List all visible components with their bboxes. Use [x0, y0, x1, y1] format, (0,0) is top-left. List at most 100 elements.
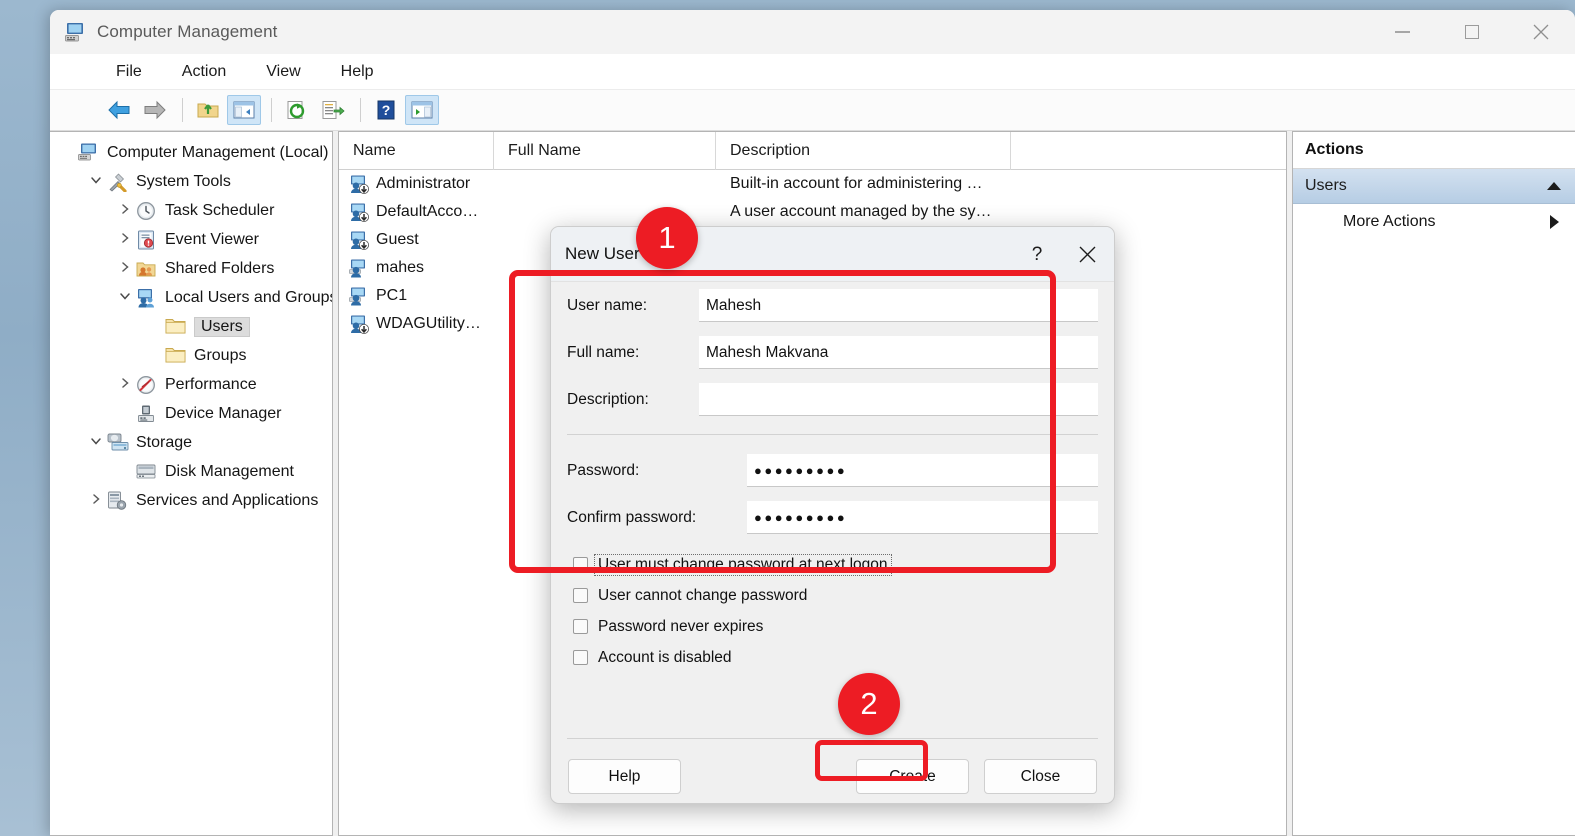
tree-item-storage[interactable]: Storage — [50, 428, 332, 457]
password-never-expires-checkbox[interactable] — [573, 619, 588, 634]
user-name-text: PC1 — [376, 287, 408, 304]
table-row[interactable]: Administrator Built-in account for admini… — [339, 170, 1286, 198]
column-header-name[interactable]: Name — [339, 132, 494, 170]
toolbar-separator — [360, 98, 361, 122]
menu-help[interactable]: Help — [331, 59, 384, 85]
cell-name: mahes — [339, 259, 494, 278]
show-hide-action-pane-icon[interactable] — [405, 95, 439, 125]
must-change-password-checkbox[interactable] — [573, 557, 588, 572]
minimize-button[interactable] — [1368, 10, 1437, 54]
chevron-right-icon[interactable] — [85, 493, 107, 508]
menu-action[interactable]: Action — [172, 59, 236, 85]
user-name-row: User name: — [567, 282, 1098, 329]
column-header-description[interactable]: Description — [716, 132, 1011, 170]
password-row: Password: ●●●●●●●●● — [567, 447, 1098, 494]
list-column-headers: Name Full Name Description — [339, 132, 1286, 170]
tree-item-users[interactable]: Users — [50, 312, 332, 341]
menu-file[interactable]: File — [106, 59, 152, 85]
tree-item-performance[interactable]: Performance — [50, 370, 332, 399]
must-change-password-checkbox-row[interactable]: User must change password at next logon — [567, 549, 1098, 580]
chevron-down-icon[interactable] — [114, 290, 136, 305]
actions-group-label: Users — [1305, 177, 1347, 194]
chevron-right-icon[interactable] — [114, 232, 136, 247]
tree-item-disk-management[interactable]: Disk Management — [50, 457, 332, 486]
tree-item-local-users-and-groups[interactable]: Local Users and Groups — [50, 283, 332, 312]
tree-item-label: Disk Management — [165, 462, 294, 480]
create-button[interactable]: Create — [856, 759, 969, 794]
description-label: Description: — [567, 390, 649, 408]
close-dialog-button[interactable]: Close — [984, 759, 1097, 794]
maximize-button[interactable] — [1437, 10, 1506, 54]
table-row[interactable]: DefaultAcco… A user account managed by th… — [339, 198, 1286, 226]
tree-item-shared-folders[interactable]: Shared Folders — [50, 254, 332, 283]
tree-item-event-viewer[interactable]: Event Viewer — [50, 225, 332, 254]
user-name-field[interactable] — [699, 289, 1098, 322]
chevron-down-icon[interactable] — [85, 435, 107, 450]
action-more-actions[interactable]: More Actions — [1293, 204, 1575, 240]
password-never-expires-checkbox-row[interactable]: Password never expires — [567, 611, 1098, 642]
folder-icon — [165, 317, 187, 337]
refresh-icon[interactable] — [280, 95, 314, 125]
chevron-down-icon[interactable] — [85, 174, 107, 189]
chevron-right-icon[interactable] — [114, 261, 136, 276]
password-field[interactable]: ●●●●●●●●● — [747, 454, 1098, 487]
tree-item-system-tools[interactable]: System Tools — [50, 167, 332, 196]
description-field[interactable] — [699, 383, 1098, 416]
cell-description: Built-in account for administering … — [730, 175, 983, 192]
clock-icon — [136, 201, 158, 221]
account-disabled-checkbox-row[interactable]: Account is disabled — [567, 642, 1098, 673]
cannot-change-password-checkbox-row[interactable]: User cannot change password — [567, 580, 1098, 611]
tree-item-label: Performance — [165, 375, 257, 393]
full-name-row: Full name: — [567, 329, 1098, 376]
console-tree-pane: Computer Management (Local) System Tools T… — [50, 131, 333, 836]
cannot-change-password-checkbox[interactable] — [573, 588, 588, 603]
show-hide-console-tree-icon[interactable] — [227, 95, 261, 125]
export-list-icon[interactable] — [316, 95, 350, 125]
event-viewer-icon — [136, 230, 158, 250]
confirm-password-field[interactable]: ●●●●●●●●● — [747, 501, 1098, 534]
column-header-full-name[interactable]: Full Name — [494, 132, 716, 170]
caret-up-icon[interactable] — [1547, 182, 1561, 190]
user-disabled-icon — [349, 231, 370, 250]
tree-item-computer-management-local[interactable]: Computer Management (Local) — [50, 138, 332, 167]
dialog-close-button[interactable] — [1060, 227, 1114, 282]
close-button[interactable] — [1506, 10, 1575, 54]
window-title: Computer Management — [97, 22, 278, 41]
window-titlebar: Computer Management — [50, 10, 1575, 54]
column-header-extra[interactable] — [1011, 132, 1286, 170]
tree-item-label: Groups — [194, 346, 247, 364]
tree-item-label: System Tools — [136, 172, 231, 190]
chevron-right-icon[interactable] — [114, 203, 136, 218]
annotation-marker-1: 1 — [636, 207, 698, 269]
tree-item-services-and-applications[interactable]: Services and Applications — [50, 486, 332, 515]
tree-item-label: Event Viewer — [165, 230, 259, 248]
user-icon — [349, 287, 370, 306]
tree-item-task-scheduler[interactable]: Task Scheduler — [50, 196, 332, 225]
help-icon[interactable]: ? — [369, 95, 403, 125]
full-name-label: Full name: — [567, 343, 640, 361]
forward-icon[interactable] — [138, 95, 172, 125]
user-disabled-icon — [349, 315, 370, 334]
user-disabled-icon — [349, 203, 370, 222]
console-tree: Computer Management (Local) System Tools T… — [50, 132, 332, 515]
performance-icon — [136, 375, 158, 395]
tree-item-groups[interactable]: Groups — [50, 341, 332, 370]
up-one-level-icon[interactable] — [191, 95, 225, 125]
cell-name: Guest — [339, 231, 494, 250]
computer-icon — [78, 143, 100, 163]
actions-group-users[interactable]: Users — [1293, 169, 1575, 204]
cell-description: A user account managed by the sy… — [730, 203, 992, 220]
cell-name: DefaultAcco… — [339, 203, 494, 222]
tree-item-device-manager[interactable]: Device Manager — [50, 399, 332, 428]
help-button[interactable]: Help — [568, 759, 681, 794]
dialog-help-button[interactable]: ? — [1014, 227, 1060, 282]
account-disabled-checkbox[interactable] — [573, 650, 588, 665]
menu-bar: File Action View Help — [50, 54, 1575, 90]
menu-view[interactable]: View — [256, 59, 310, 85]
full-name-field[interactable] — [699, 336, 1098, 369]
caret-right-icon[interactable] — [1550, 215, 1559, 229]
tree-item-label: Local Users and Groups — [165, 288, 333, 306]
user-name-text: Administrator — [376, 175, 471, 192]
chevron-right-icon[interactable] — [114, 377, 136, 392]
back-icon[interactable] — [102, 95, 136, 125]
